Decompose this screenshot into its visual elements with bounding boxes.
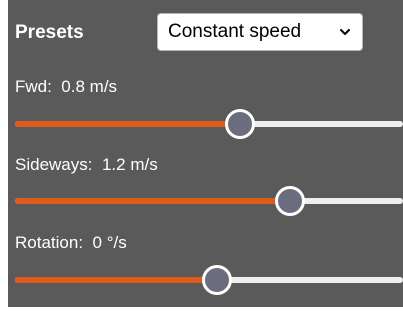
fwd-label: Fwd: 0.8 m/s (15, 77, 117, 97)
rotation-slider-thumb[interactable] (201, 265, 232, 295)
rotation-label: Rotation: 0 °/s (15, 233, 127, 253)
rotation-unit: °/s (106, 233, 127, 252)
presets-title: Presets (15, 22, 84, 43)
rotation-name: Rotation: (15, 233, 84, 252)
sideways-label: Sideways: 1.2 m/s (15, 155, 158, 175)
fwd-name: Fwd: (15, 77, 52, 96)
fwd-slider-thumb[interactable] (225, 109, 256, 139)
rotation-value: 0 (92, 233, 102, 252)
rotation-slider-fill (15, 277, 217, 283)
fwd-slider-fill (15, 121, 241, 127)
sideways-unit: m/s (130, 155, 158, 174)
sideways-slider-thumb[interactable] (275, 186, 306, 216)
sideways-slider[interactable] (15, 186, 403, 216)
fwd-unit: m/s (89, 77, 118, 96)
presets-select[interactable]: Constant speed (157, 13, 363, 51)
presets-selected-value: Constant speed (168, 21, 302, 42)
sideways-value: 1.2 (101, 155, 126, 174)
velocity-control-panel: Presets Constant speed Fwd: 0.8 m/s Side… (8, 0, 403, 307)
sideways-name: Sideways: (15, 155, 93, 174)
fwd-value: 0.8 (61, 77, 85, 96)
sideways-slider-fill (15, 198, 291, 204)
fwd-slider[interactable] (15, 109, 403, 139)
rotation-slider[interactable] (15, 265, 403, 295)
chevron-down-icon (340, 29, 350, 35)
